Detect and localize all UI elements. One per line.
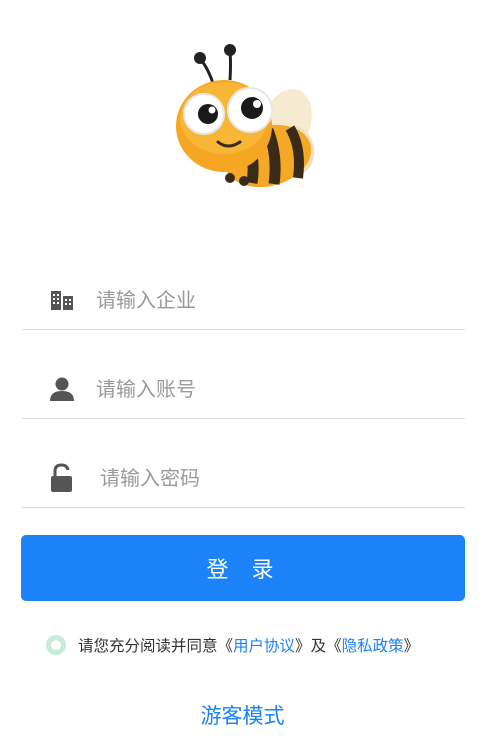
agreement-prefix: 请您充分阅读并同意: [78, 637, 218, 655]
bracket-close: 》: [295, 637, 311, 655]
login-button[interactable]: 登 录: [21, 535, 465, 601]
password-field: [22, 448, 465, 508]
company-input[interactable]: [96, 280, 436, 320]
agreement-radio[interactable]: [46, 635, 66, 655]
agreement-and: 及: [310, 637, 327, 655]
account-input[interactable]: [96, 369, 436, 409]
bracket-open: 《: [217, 637, 234, 655]
company-field: [22, 270, 465, 330]
bee-mascot-icon: [176, 44, 315, 188]
app-logo: [168, 38, 318, 188]
bracket-close: 》: [403, 637, 420, 655]
guest-mode-link[interactable]: 游客模式: [0, 700, 485, 730]
account-field: [22, 359, 465, 419]
privacy-policy-link[interactable]: 隐私政策: [342, 634, 404, 656]
user-agreement-link[interactable]: 用户协议: [233, 634, 295, 656]
user-icon: [48, 359, 76, 419]
bracket-open: 《: [326, 637, 342, 655]
lock-icon: [48, 448, 76, 508]
building-icon: [48, 270, 76, 330]
password-input[interactable]: [100, 458, 440, 498]
agreement-row: 请您充分阅读并同意 《 用户协议 》 及 《 隐私政策 》: [46, 632, 419, 658]
